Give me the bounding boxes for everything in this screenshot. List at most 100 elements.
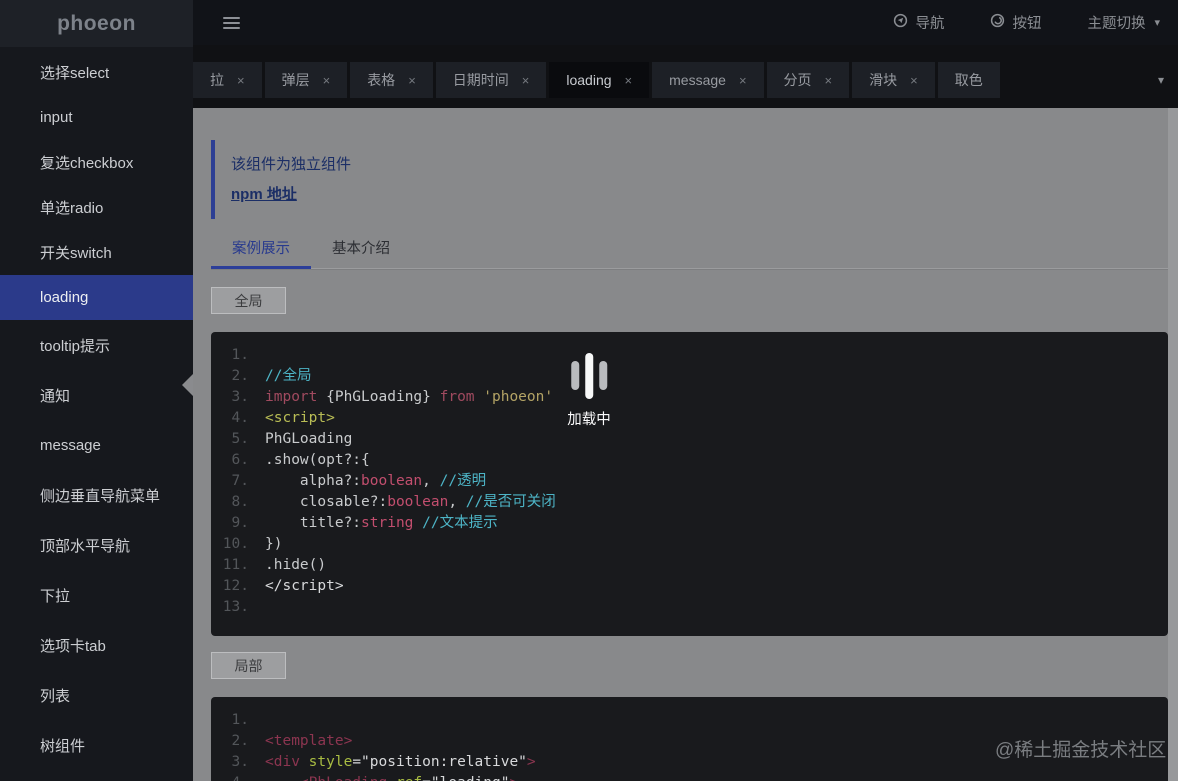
sidebar-item-label: 选择select bbox=[40, 65, 110, 82]
open-tab-label: 滑块 bbox=[869, 72, 898, 88]
sidebar-item-7[interactable]: 通知 bbox=[0, 370, 193, 420]
local-loading-button[interactable]: 局部 bbox=[211, 652, 286, 679]
open-tab-5[interactable]: message × bbox=[652, 62, 764, 98]
line-number: 4. bbox=[211, 773, 265, 781]
loading-overlay: 加载中 bbox=[567, 352, 611, 429]
line-number: 3. bbox=[231, 389, 249, 405]
close-icon[interactable]: × bbox=[739, 74, 747, 87]
sidebar-item-12[interactable]: 选项卡tab bbox=[0, 620, 193, 670]
theme-switcher[interactable]: 主题切换 ▾ bbox=[1087, 12, 1160, 33]
close-icon[interactable]: × bbox=[237, 74, 245, 87]
vertical-scrollbar[interactable] bbox=[1168, 108, 1178, 781]
sidebar-item-13[interactable]: 列表 bbox=[0, 670, 193, 720]
tabs-overflow-button[interactable]: ▾ bbox=[1144, 45, 1178, 98]
sidebar-item-label: message bbox=[40, 436, 101, 454]
open-tab-3[interactable]: 日期时间 × bbox=[435, 62, 547, 98]
loading-text: 加载中 bbox=[567, 412, 611, 428]
nav-action-label: 导航 bbox=[915, 16, 945, 32]
sidebar-item-label: 顶部水平导航 bbox=[40, 537, 131, 555]
sidebar-item-0[interactable]: 选择select bbox=[0, 50, 193, 95]
code-line: 3. import {PhGLoading} from 'phoeon' bbox=[211, 387, 1168, 408]
code-block-global: 1. 2.//全局 3. import {PhGLoading} from 'phoe… bbox=[211, 332, 1168, 636]
close-icon[interactable]: × bbox=[625, 74, 633, 87]
nav-action-label: 按钮 bbox=[1012, 16, 1042, 32]
sidebar-item-4[interactable]: 开关switch bbox=[0, 230, 193, 275]
theme-switcher-label: 主题切换 bbox=[1087, 16, 1146, 32]
code-line: 9. title?:string //文本提示 bbox=[211, 513, 1168, 534]
sidebar-item-2[interactable]: 复选checkbox bbox=[0, 140, 193, 185]
line-number: 4. bbox=[231, 410, 249, 426]
sidebar-item-label: 下拉 bbox=[40, 587, 71, 605]
nav-action-navigation[interactable]: 导航 bbox=[893, 12, 944, 33]
demo-tabs: 案例展示 基本介绍 bbox=[211, 237, 1168, 269]
button-icon bbox=[990, 13, 1005, 32]
app-logo: phoeon bbox=[0, 0, 193, 47]
line-number: 2. bbox=[231, 733, 249, 749]
sidebar-item-14[interactable]: 树组件 bbox=[0, 720, 193, 770]
hamburger-menu-icon[interactable] bbox=[223, 14, 240, 32]
sidebar-item-11[interactable]: 下拉 bbox=[0, 570, 193, 620]
sidebar-menu: 选择select input 复选checkbox 单选radio 开关switch lo… bbox=[0, 47, 193, 770]
nav-action-button[interactable]: 按钮 bbox=[990, 12, 1041, 33]
open-tab-label: loading bbox=[566, 72, 612, 88]
notice-text: 该组件为独立组件 bbox=[231, 156, 352, 173]
sidebar-item-10[interactable]: 顶部水平导航 bbox=[0, 520, 193, 570]
open-tab-2[interactable]: 表格 × bbox=[350, 62, 433, 98]
close-icon[interactable]: × bbox=[323, 74, 331, 87]
global-loading-button[interactable]: 全局 bbox=[211, 287, 286, 314]
open-tabs-strip: 拉 × 弹层 × 表格 × 日期时间 × loading × message × 分页 × 滑块 × 取色 ▾ bbox=[193, 45, 1178, 108]
close-icon[interactable]: × bbox=[825, 74, 833, 87]
sidebar-item-1[interactable]: input bbox=[0, 95, 193, 140]
navbar-actions: 导航 按钮 主题切换 ▾ bbox=[893, 12, 1160, 33]
sidebar-item-label: 单选radio bbox=[40, 200, 104, 217]
tab-basic-intro[interactable]: 基本介绍 bbox=[311, 237, 411, 268]
code-line: 11. .hide() bbox=[211, 555, 1168, 576]
sidebar-item-label: 复选checkbox bbox=[40, 155, 134, 172]
sidebar-item-label: tooltip提示 bbox=[40, 337, 111, 355]
code-line: 4. <PhLoading ref="loading"> bbox=[211, 773, 1168, 781]
code-line: 5. PhGLoading bbox=[211, 429, 1168, 450]
line-number: 11. bbox=[222, 557, 249, 573]
tab-demo-showcase[interactable]: 案例展示 bbox=[211, 237, 311, 269]
line-number: 7. bbox=[231, 473, 249, 489]
code-line: 1. bbox=[211, 345, 1168, 366]
sidebar: phoeon 选择select input 复选checkbox 单选radio 开关s… bbox=[0, 0, 193, 781]
open-tab-6[interactable]: 分页 × bbox=[766, 62, 850, 98]
top-navbar: 导航 按钮 主题切换 ▾ bbox=[193, 0, 1178, 45]
code-line: 4. <script> bbox=[211, 408, 1168, 429]
code-line: 12. </script> bbox=[211, 576, 1168, 597]
open-tab-8[interactable]: 取色 bbox=[937, 62, 1000, 98]
close-icon[interactable]: × bbox=[910, 74, 918, 87]
open-tab-label: 表格 bbox=[367, 72, 396, 88]
chevron-down-icon: ▾ bbox=[1154, 17, 1160, 29]
sidebar-item-8[interactable]: message bbox=[0, 420, 193, 470]
code-line: 2.//全局 bbox=[211, 366, 1168, 387]
sidebar-item-3[interactable]: 单选radio bbox=[0, 185, 193, 230]
open-tab-7[interactable]: 滑块 × bbox=[852, 62, 935, 98]
sidebar-item-5[interactable]: loading bbox=[0, 275, 193, 320]
open-tab-label: 取色 bbox=[954, 72, 983, 88]
open-tab-1[interactable]: 弹层 × bbox=[264, 62, 348, 98]
close-icon[interactable]: × bbox=[522, 74, 530, 87]
npm-link[interactable]: npm 地址 bbox=[231, 183, 297, 204]
code-line: 8. closable?:boolean, //是否可关闭 bbox=[211, 492, 1168, 513]
code-line: 1. bbox=[211, 710, 1168, 731]
watermark: @稀土掘金技术社区 bbox=[995, 740, 1167, 761]
sidebar-item-6[interactable]: tooltip提示 bbox=[0, 320, 193, 370]
line-number: 2. bbox=[231, 368, 249, 384]
sidebar-item-label: 选项卡tab bbox=[40, 637, 106, 655]
code-line: 10.}) bbox=[211, 534, 1168, 555]
open-tab-0[interactable]: 拉 × bbox=[193, 62, 262, 98]
sidebar-item-label: loading bbox=[40, 289, 89, 306]
line-number: 9. bbox=[231, 515, 249, 531]
sidebar-item-label: 通知 bbox=[40, 387, 71, 405]
sidebar-item-9[interactable]: 侧边垂直导航菜单 bbox=[0, 470, 193, 520]
open-tab-4[interactable]: loading × bbox=[549, 62, 650, 98]
sidebar-collapse-handle[interactable] bbox=[182, 374, 193, 396]
code-line: 6. .show(opt?:{ bbox=[211, 450, 1168, 471]
line-number: 12. bbox=[222, 578, 249, 594]
line-number: 13. bbox=[222, 599, 249, 615]
close-icon[interactable]: × bbox=[408, 74, 416, 87]
line-number: 1. bbox=[231, 347, 249, 363]
open-tab-label: 拉 bbox=[210, 72, 224, 88]
